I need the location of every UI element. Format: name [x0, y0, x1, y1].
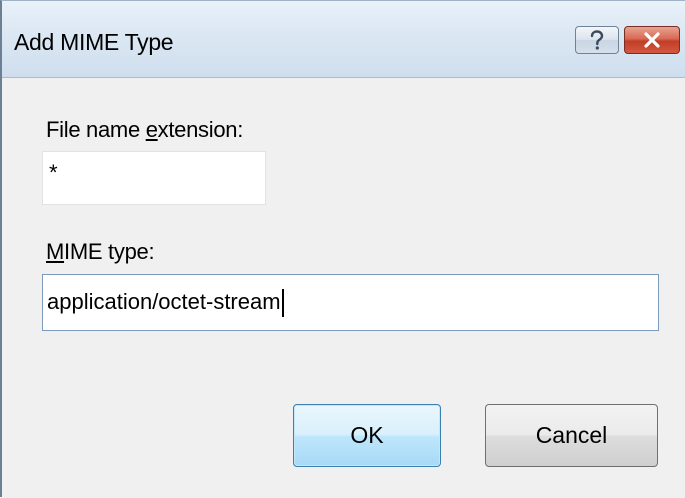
text-caret — [281, 289, 284, 318]
close-x-icon — [644, 32, 660, 48]
close-button[interactable] — [624, 26, 680, 54]
extension-label-access-key: e — [145, 117, 158, 142]
file-name-extension-value: * — [49, 160, 58, 185]
dialog-title: Add MIME Type — [14, 29, 174, 55]
ok-button[interactable]: OK — [293, 404, 441, 467]
file-name-extension-field[interactable]: * — [42, 151, 266, 205]
extension-label-prefix: File name — [46, 117, 146, 142]
mime-type-field[interactable]: application/octet-stream — [42, 274, 659, 331]
help-question-icon — [590, 30, 604, 50]
add-mime-type-dialog: Add MIME Type File name extension: * MIM… — [0, 0, 685, 498]
mime-label-access-key: M — [46, 239, 65, 264]
file-name-extension-label: File name extension: — [46, 117, 243, 143]
ok-button-label: OK — [350, 422, 384, 448]
mime-type-label: MIME type: — [46, 239, 155, 265]
cancel-button-label: Cancel — [535, 422, 608, 448]
help-button[interactable] — [575, 26, 619, 54]
extension-label-suffix: xtension: — [157, 117, 244, 142]
mime-type-value: application/octet-stream — [47, 289, 281, 314]
mime-label-suffix: IME type: — [64, 239, 155, 264]
cancel-button[interactable]: Cancel — [485, 404, 658, 467]
title-bar[interactable]: Add MIME Type — [2, 1, 685, 78]
